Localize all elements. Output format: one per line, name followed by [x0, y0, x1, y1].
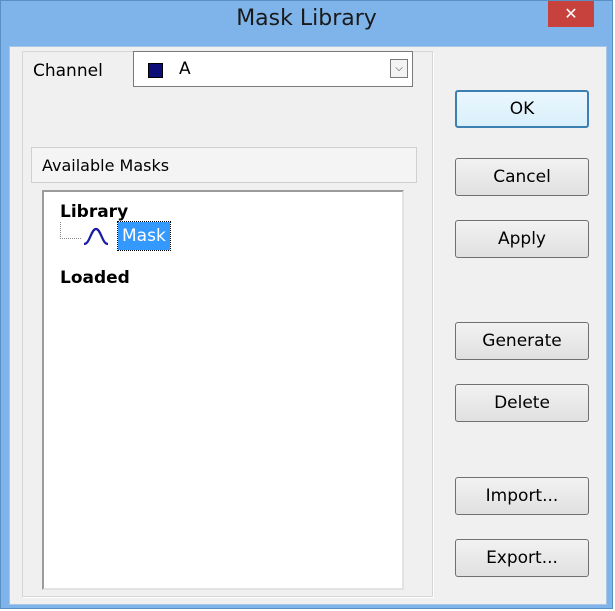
ok-button[interactable]: OK: [455, 90, 589, 128]
channel-label: Channel: [33, 61, 103, 81]
window-title: Mask Library: [236, 6, 377, 31]
channel-value: A: [179, 59, 191, 79]
close-icon: ✕: [564, 4, 578, 23]
tree-node-loaded[interactable]: Loaded: [60, 268, 130, 288]
generate-button[interactable]: Generate: [455, 322, 589, 360]
tree-node-library[interactable]: Library: [60, 202, 128, 222]
available-masks-title: Available Masks: [42, 156, 170, 175]
tree-connector: [60, 222, 81, 239]
tree-item-mask-of-a[interactable]: Mask of A: [117, 221, 171, 274]
available-masks-header: Available Masks: [31, 147, 417, 183]
chevron-down-icon[interactable]: ⌵: [390, 59, 408, 78]
title-bar[interactable]: Mask Library ✕: [1, 1, 612, 35]
delete-button[interactable]: Delete: [455, 384, 589, 422]
close-button[interactable]: ✕: [548, 1, 594, 27]
import-button[interactable]: Import...: [455, 477, 589, 515]
cancel-button[interactable]: Cancel: [455, 158, 589, 196]
waveform-mask-icon: [83, 227, 109, 246]
masks-tree[interactable]: Library Mask of A Loaded: [42, 190, 404, 590]
channel-select[interactable]: A ⌵: [133, 51, 413, 87]
apply-button[interactable]: Apply: [455, 220, 589, 258]
export-button[interactable]: Export...: [455, 539, 589, 577]
channel-color-swatch: [148, 63, 163, 78]
